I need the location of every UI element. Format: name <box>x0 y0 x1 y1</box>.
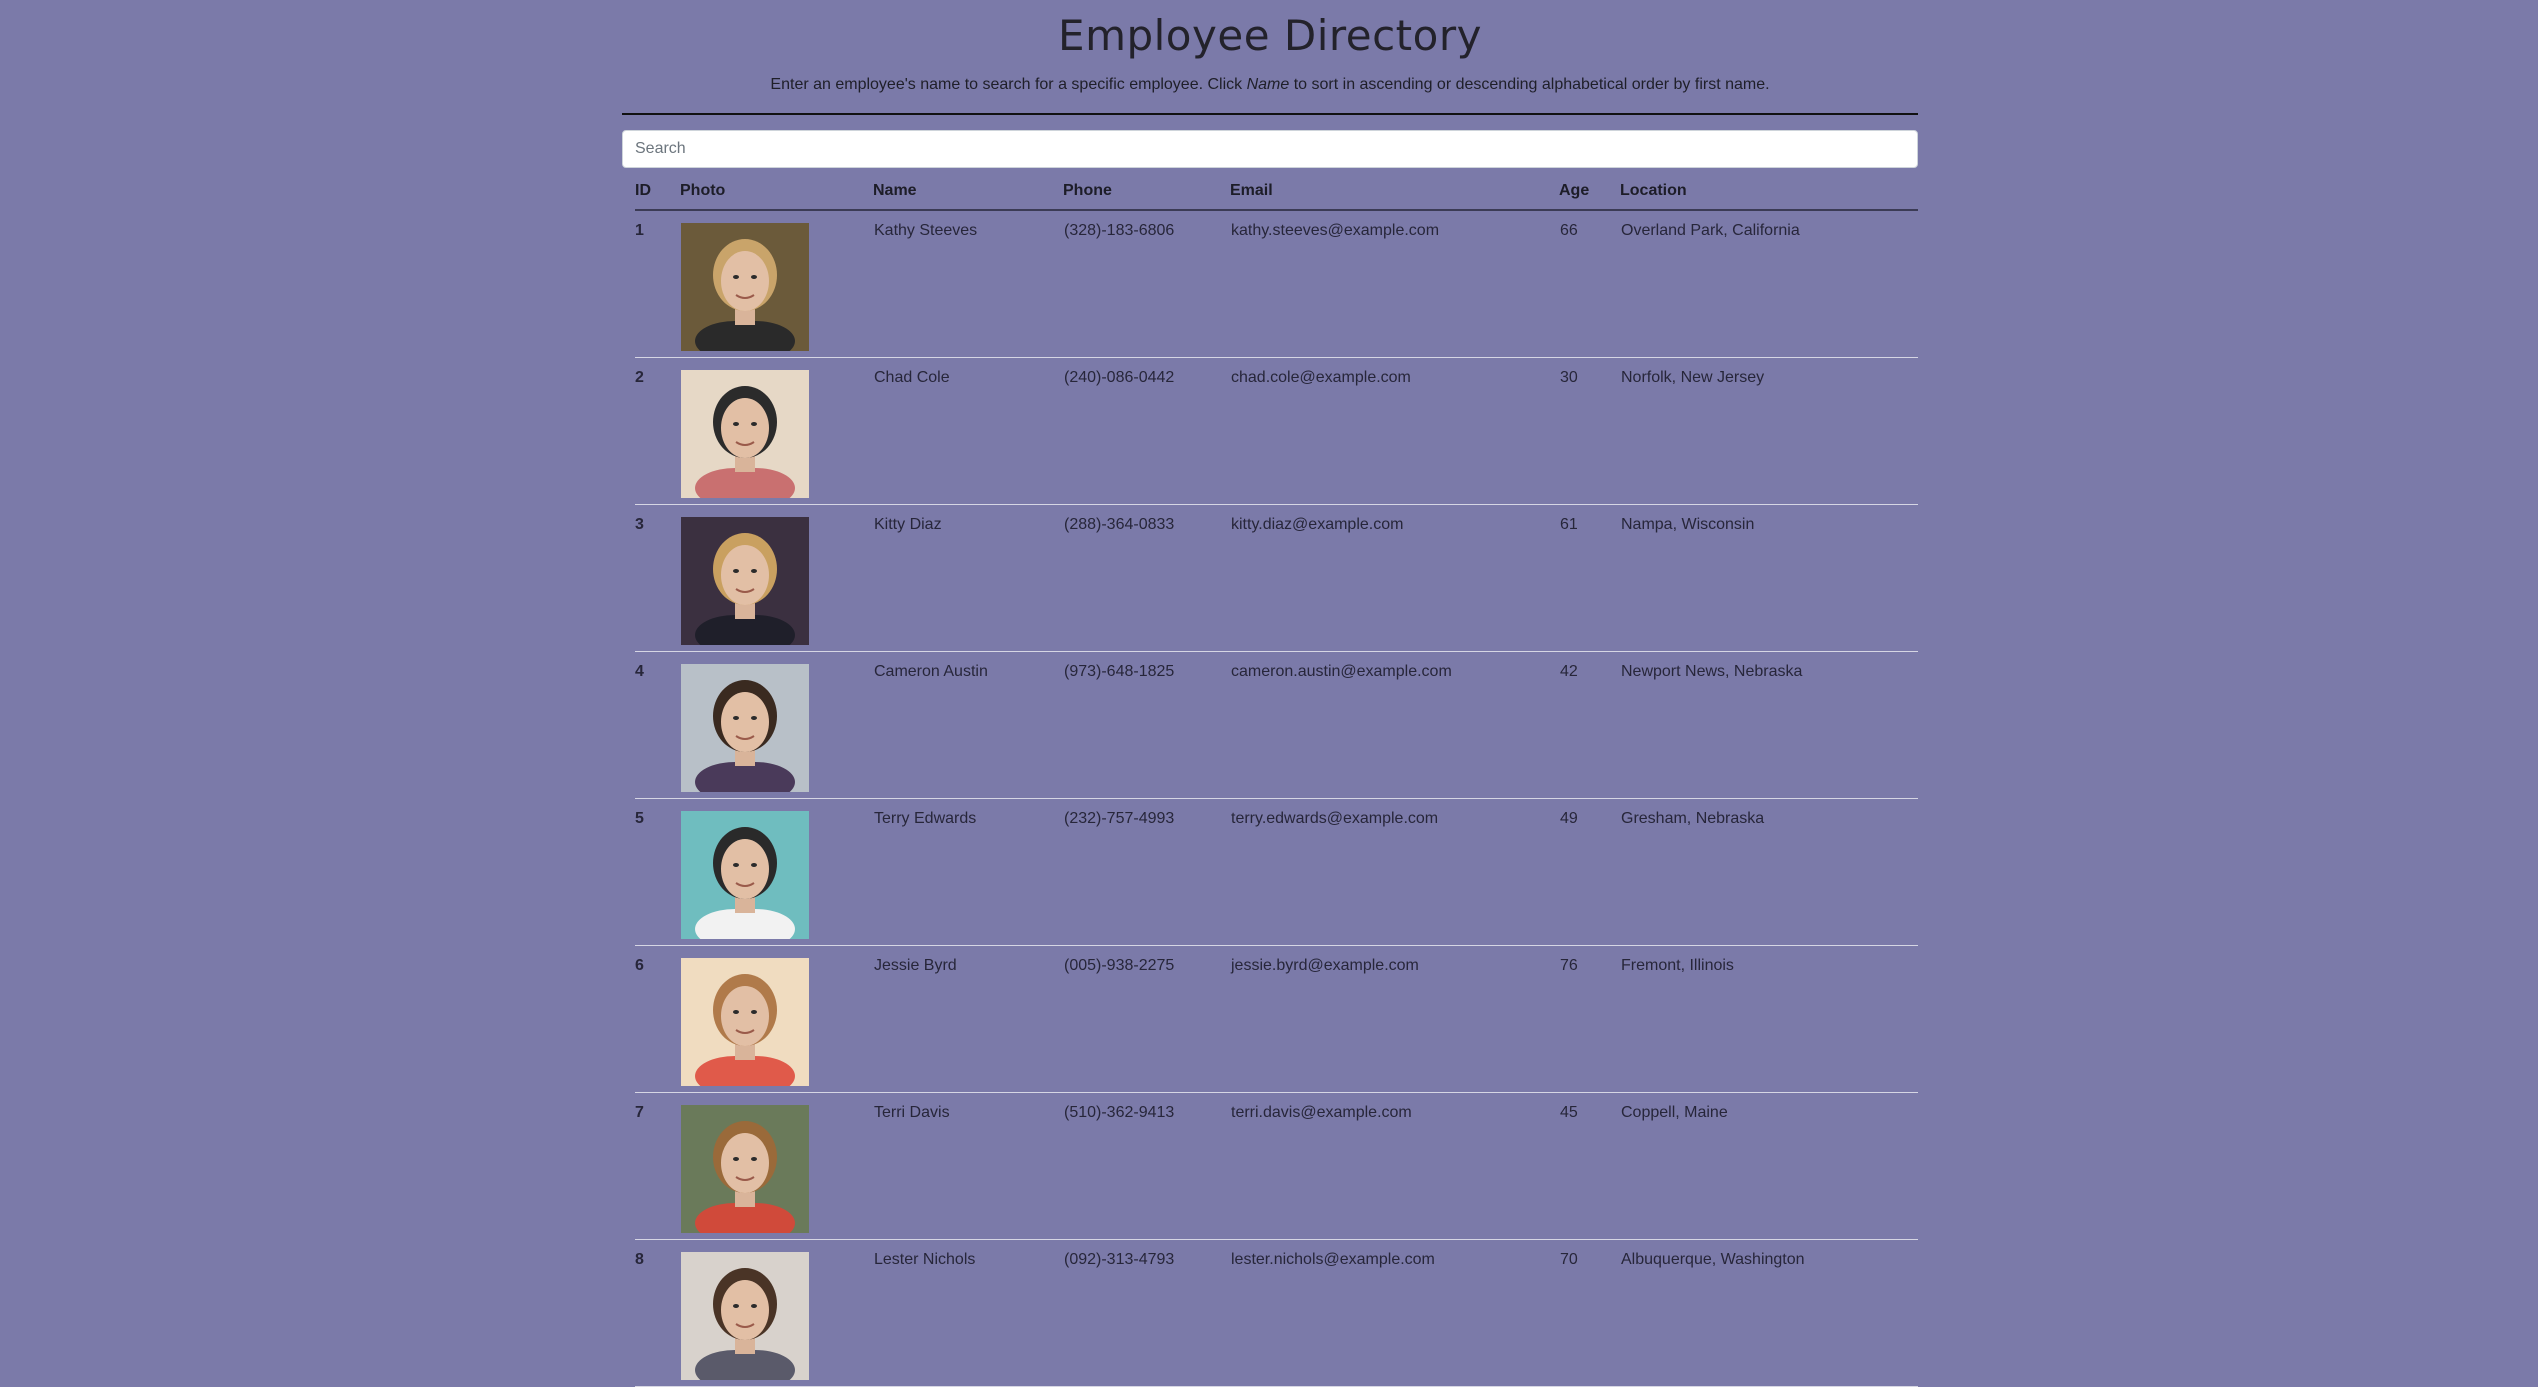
cell-phone: (232)-757-4993 <box>1063 798 1230 946</box>
person-photo-icon <box>681 517 809 645</box>
cell-name: Jessie Byrd <box>873 945 1063 1093</box>
table-row: 6 Jessie Byrd (005)-938-2275 jessie.byrd… <box>635 945 1918 1093</box>
instructions-text-end: to sort in ascending or descending alpha… <box>1289 76 1770 93</box>
cell-location: Albuquerque, Washington <box>1620 1239 1918 1387</box>
cell-photo <box>680 798 873 946</box>
cell-location: Norfolk, New Jersey <box>1620 357 1918 505</box>
table-row: 1 Kathy Steeves (328)-183-6806 kathy.ste… <box>635 210 1918 358</box>
cell-name: Terry Edwards <box>873 798 1063 946</box>
page-instructions: Enter an employee's name to search for a… <box>622 74 1918 96</box>
cell-photo <box>680 1092 873 1240</box>
column-header-age: Age <box>1559 173 1620 211</box>
cell-age: 45 <box>1559 1092 1620 1240</box>
table-row: 5 Terry Edwards (232)-757-4993 terry.edw… <box>635 798 1918 946</box>
cell-email: jessie.byrd@example.com <box>1230 945 1559 1093</box>
cell-email: chad.cole@example.com <box>1230 357 1559 505</box>
cell-photo <box>680 210 873 358</box>
table-body: 1 Kathy Steeves (328)-183-6806 kathy.ste… <box>635 210 1918 1387</box>
cell-location: Overland Park, California <box>1620 210 1918 358</box>
table-header-row: ID Photo Name Phone Email Age Location <box>635 173 1918 211</box>
person-photo-icon <box>681 223 809 351</box>
cell-email: terry.edwards@example.com <box>1230 798 1559 946</box>
cell-phone: (005)-938-2275 <box>1063 945 1230 1093</box>
cell-location: Coppell, Maine <box>1620 1092 1918 1240</box>
cell-phone: (973)-648-1825 <box>1063 651 1230 799</box>
cell-phone: (240)-086-0442 <box>1063 357 1230 505</box>
person-photo-icon <box>681 811 809 939</box>
cell-age: 30 <box>1559 357 1620 505</box>
employee-photo <box>681 664 809 792</box>
table-row: 8 Lester Nichols (092)-313-4793 lester.n… <box>635 1239 1918 1387</box>
cell-location: Newport News, Nebraska <box>1620 651 1918 799</box>
cell-email: kitty.diaz@example.com <box>1230 504 1559 652</box>
cell-name: Kitty Diaz <box>873 504 1063 652</box>
employee-photo <box>681 517 809 645</box>
cell-email: cameron.austin@example.com <box>1230 651 1559 799</box>
cell-id: 3 <box>635 504 680 652</box>
header-divider <box>622 113 1918 115</box>
employee-photo <box>681 370 809 498</box>
person-photo-icon <box>681 1252 809 1380</box>
cell-age: 42 <box>1559 651 1620 799</box>
cell-name: Cameron Austin <box>873 651 1063 799</box>
column-header-phone: Phone <box>1063 173 1230 211</box>
table-row: 3 Kitty Diaz (288)-364-0833 kitty.diaz@e… <box>635 504 1918 652</box>
table-row: 7 Terri Davis (510)-362-9413 terri.davis… <box>635 1092 1918 1240</box>
cell-phone: (328)-183-6806 <box>1063 210 1230 358</box>
employee-photo <box>681 1105 809 1233</box>
cell-name: Terri Davis <box>873 1092 1063 1240</box>
person-photo-icon <box>681 958 809 1086</box>
cell-name: Lester Nichols <box>873 1239 1063 1387</box>
cell-location: Gresham, Nebraska <box>1620 798 1918 946</box>
cell-id: 8 <box>635 1239 680 1387</box>
person-photo-icon <box>681 1105 809 1233</box>
cell-email: lester.nichols@example.com <box>1230 1239 1559 1387</box>
person-photo-icon <box>681 664 809 792</box>
person-photo-icon <box>681 370 809 498</box>
cell-id: 2 <box>635 357 680 505</box>
cell-email: kathy.steeves@example.com <box>1230 210 1559 358</box>
cell-photo <box>680 504 873 652</box>
cell-id: 1 <box>635 210 680 358</box>
cell-age: 66 <box>1559 210 1620 358</box>
cell-name: Chad Cole <box>873 357 1063 505</box>
column-header-id: ID <box>635 173 680 211</box>
search-input[interactable] <box>622 130 1918 168</box>
table-row: 4 Cameron Austin (973)-648-1825 cameron.… <box>635 651 1918 799</box>
cell-name: Kathy Steeves <box>873 210 1063 358</box>
cell-email: terri.davis@example.com <box>1230 1092 1559 1240</box>
instructions-name-emphasis: Name <box>1246 76 1290 93</box>
cell-age: 61 <box>1559 504 1620 652</box>
page-container: Employee Directory Enter an employee's n… <box>622 0 1918 1387</box>
cell-location: Nampa, Wisconsin <box>1620 504 1918 652</box>
employee-table: ID Photo Name Phone Email Age Location 1 <box>635 173 1918 1387</box>
column-header-email: Email <box>1230 173 1559 211</box>
cell-photo <box>680 945 873 1093</box>
cell-id: 4 <box>635 651 680 799</box>
table-row: 2 Chad Cole (240)-086-0442 chad.cole@exa… <box>635 357 1918 505</box>
employee-photo <box>681 1252 809 1380</box>
cell-photo <box>680 651 873 799</box>
employee-photo <box>681 223 809 351</box>
column-header-name-sort[interactable]: Name <box>873 173 1063 211</box>
column-header-photo: Photo <box>680 173 873 211</box>
cell-phone: (288)-364-0833 <box>1063 504 1230 652</box>
cell-age: 76 <box>1559 945 1620 1093</box>
cell-id: 7 <box>635 1092 680 1240</box>
instructions-text-start: Enter an employee's name to search for a… <box>770 76 1247 93</box>
cell-phone: (092)-313-4793 <box>1063 1239 1230 1387</box>
employee-photo <box>681 958 809 1086</box>
cell-photo <box>680 357 873 505</box>
employee-photo <box>681 811 809 939</box>
cell-age: 49 <box>1559 798 1620 946</box>
cell-location: Fremont, Illinois <box>1620 945 1918 1093</box>
cell-photo <box>680 1239 873 1387</box>
cell-age: 70 <box>1559 1239 1620 1387</box>
column-header-location: Location <box>1620 173 1918 211</box>
cell-phone: (510)-362-9413 <box>1063 1092 1230 1240</box>
page-title: Employee Directory <box>1058 11 1482 60</box>
cell-id: 5 <box>635 798 680 946</box>
cell-id: 6 <box>635 945 680 1093</box>
